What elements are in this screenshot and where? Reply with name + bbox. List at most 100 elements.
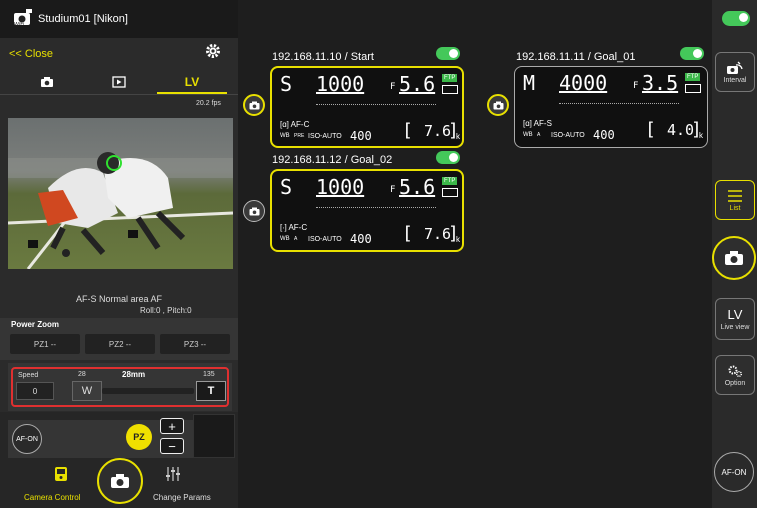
min-focal-label: 28 [78, 371, 86, 378]
camera-shoot-button[interactable] [243, 200, 265, 222]
interval-icon [727, 61, 743, 74]
master-toggle[interactable] [722, 11, 750, 26]
list-view-button[interactable]: List [715, 180, 755, 220]
live-view-label: Live view [720, 324, 750, 331]
gear-icon[interactable] [204, 42, 222, 60]
k-unit: k [456, 235, 460, 244]
frames-bracket-left: [ [402, 223, 413, 244]
option-label: Option [724, 379, 746, 387]
zoom-plus-button[interactable]: + [160, 418, 184, 434]
af-area-mode: [ɑ] AF-S [523, 119, 552, 128]
speed-input[interactable]: 0 [16, 382, 54, 400]
lv-label: LV [727, 307, 743, 322]
tab-lv[interactable]: LV [153, 70, 231, 94]
tab-playback[interactable] [80, 70, 158, 94]
camera-icon [41, 77, 53, 87]
interval-button[interactable]: Interval [715, 52, 755, 92]
interval-label: Interval [723, 76, 747, 84]
mini-preview[interactable] [193, 414, 235, 458]
iso-value: 400 [593, 128, 615, 142]
zoom-minus-button[interactable]: − [160, 438, 184, 454]
fps-readout: 20.2 fps [196, 100, 221, 107]
play-icon [112, 76, 126, 88]
exposure-mode: S [280, 175, 293, 199]
af-mode-info: AF-S Normal area AF [75, 294, 163, 304]
svg-text:WiFi: WiFi [14, 22, 24, 28]
frames-bracket-left: [ [645, 119, 656, 140]
exposure-mode: S [280, 72, 293, 96]
tab-camera-control[interactable]: Camera Control [24, 493, 80, 502]
wb-mode: A [294, 236, 298, 242]
battery-icon [442, 188, 458, 197]
camera-icon [249, 207, 259, 215]
camera-enable-toggle[interactable] [436, 47, 460, 60]
wb-mode: PRE [294, 133, 305, 139]
gear-icon [728, 365, 743, 377]
wb-mode: A [537, 132, 541, 138]
f-prefix: F [633, 81, 639, 91]
pz-button[interactable]: PZ [126, 424, 152, 450]
zoom-wide-button[interactable]: W [72, 381, 102, 401]
camera-app-icon: WiFi [12, 8, 34, 28]
f-prefix: F [390, 82, 396, 92]
iso-value: 400 [350, 232, 372, 246]
exposure-meter [559, 99, 679, 104]
sliders-icon [165, 466, 181, 482]
iso-value: 400 [350, 129, 372, 143]
camera-control-icon [54, 466, 68, 482]
camera-card[interactable]: M 4000 F 3.5 FTP [ɑ] AF-S WB A ISO-AUTO … [514, 66, 708, 148]
battery-icon [442, 85, 458, 94]
camera-shoot-button[interactable] [243, 94, 265, 116]
camera-card-title: 192.168.11.11 / Goal_01 [516, 51, 636, 63]
camera-icon [493, 101, 503, 109]
shutter-all-button[interactable] [712, 236, 756, 280]
speed-label: Speed [18, 372, 39, 379]
aperture: 3.5 [642, 71, 679, 95]
exposure-meter [316, 203, 436, 208]
list-icon [728, 189, 742, 202]
ftp-badge: FTP [442, 74, 458, 82]
af-on-button[interactable]: AF-ON [714, 452, 754, 492]
camera-card-title: 192.168.11.12 / Goal_02 [272, 154, 393, 166]
af-area-mode: [∙] AF-C [280, 223, 308, 232]
close-link[interactable]: << Close [9, 48, 53, 60]
shutter-speed: 1000 [316, 72, 365, 96]
k-unit: k [456, 132, 460, 141]
wb-label: WB [523, 132, 533, 138]
exposure-mode: M [523, 71, 536, 95]
pz2-button[interactable]: PZ2 -- [85, 334, 155, 354]
app-title: Studium01 [Nikon] [38, 13, 128, 25]
camera-enable-toggle[interactable] [680, 47, 704, 60]
current-focal-label: 28mm [122, 370, 146, 379]
camera-card[interactable]: S 1000 F 5.6 FTP [∙] AF-C WB A ISO-AUTO … [270, 169, 464, 252]
iso-label: ISO-AUTO [308, 236, 342, 243]
camera-enable-toggle[interactable] [436, 151, 460, 164]
camera-card-title: 192.168.11.10 / Start [272, 51, 374, 63]
tab-photo[interactable] [8, 70, 86, 94]
iso-label: ISO-AUTO [551, 132, 585, 139]
camera-shoot-button[interactable] [487, 94, 509, 116]
frames-bracket-left: [ [402, 120, 413, 141]
af-on-button-left[interactable]: AF-ON [12, 424, 42, 454]
exposure-meter [316, 100, 436, 105]
shutter-button[interactable] [97, 458, 143, 504]
max-focal-label: 135 [203, 371, 215, 378]
camera-icon [249, 101, 259, 109]
camera-icon [725, 251, 743, 265]
shutter-speed: 1000 [316, 175, 365, 199]
live-view-button[interactable]: LV Live view [715, 298, 755, 340]
live-view-image[interactable] [8, 118, 233, 269]
af-area-mode: [ɑ] AF-C [280, 120, 310, 129]
divider [0, 94, 238, 95]
pz3-button[interactable]: PZ3 -- [160, 334, 230, 354]
wb-label: WB [280, 133, 290, 139]
tab-change-params[interactable]: Change Params [153, 493, 211, 502]
camera-card[interactable]: S 1000 F 5.6 FTP [ɑ] AF-C WB PRE ISO-AUT… [270, 66, 464, 148]
option-button[interactable]: Option [715, 355, 755, 395]
iso-label: ISO-AUTO [308, 133, 342, 140]
zoom-tele-button[interactable]: T [196, 381, 226, 401]
zoom-slider-track[interactable] [102, 388, 194, 394]
pz1-button[interactable]: PZ1 -- [10, 334, 80, 354]
ftp-badge: FTP [685, 73, 701, 81]
k-unit: k [699, 131, 703, 140]
